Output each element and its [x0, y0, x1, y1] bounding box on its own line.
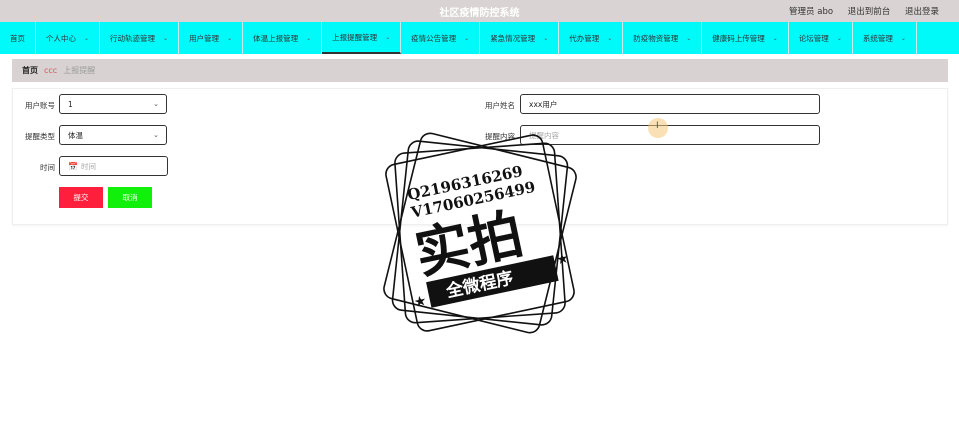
type-label: 提醒类型 [25, 132, 55, 141]
nav-item-personal[interactable]: 个人中心 ⌄ [36, 22, 101, 54]
star-icon: ★ [555, 250, 571, 268]
nav-label: 行动轨迹管理 [110, 33, 156, 43]
chevron-down-icon: ⌄ [607, 34, 613, 42]
chevron-down-icon: ⌄ [686, 34, 692, 42]
nav-item-emergency[interactable]: 紧急情况管理 ⌄ [480, 22, 560, 54]
logout-link[interactable]: 退出登录 [905, 7, 939, 17]
nav-item-system[interactable]: 系统管理 ⌄ [853, 22, 917, 54]
chevron-down-icon: ⌄ [900, 34, 906, 42]
nav-label: 首页 [10, 33, 25, 43]
to-front-link[interactable]: 退出到前台 [848, 7, 891, 17]
nav-item-supplies[interactable]: 防疫物资管理 ⌄ [623, 22, 703, 54]
nav-label: 体温上报管理 [253, 33, 299, 43]
time-picker[interactable]: 📅 时间 [59, 156, 168, 176]
time-placeholder: 时间 [80, 161, 96, 171]
nav-label: 个人中心 [46, 33, 76, 43]
chevron-down-icon: ⌄ [84, 34, 90, 42]
account-select[interactable]: 1 ⌄ [59, 94, 167, 114]
nav-label: 防疫物资管理 [633, 33, 679, 43]
nav-item-users[interactable]: 用户管理 ⌄ [179, 22, 244, 54]
calendar-icon: 📅 [68, 161, 78, 171]
nav-label: 紧急情况管理 [490, 33, 536, 43]
time-label: 时间 [40, 163, 55, 172]
name-value: xxx用户 [529, 99, 558, 109]
account-label: 用户账号 [25, 101, 55, 110]
chevron-down-icon: ⌄ [306, 34, 312, 42]
nav-label: 用户管理 [189, 33, 220, 43]
watermark-stamp: Q2196316269 V17060256499 实拍 全微程序 ★ ★ [383, 132, 577, 334]
text-cursor-icon: I [656, 121, 659, 131]
cancel-button[interactable]: 取消 [108, 187, 152, 208]
star-icon: ★ [412, 293, 428, 311]
nav-item-temperature[interactable]: 体温上报管理 ⌄ [243, 22, 323, 54]
main-nav: 首页 个人中心 ⌄ 行动轨迹管理 ⌄ 用户管理 ⌄ 体温上报管理 ⌄ 上报提醒管理 ⌄ 疫… [0, 22, 959, 54]
nav-item-home[interactable]: 首页 [0, 22, 36, 54]
account-value: 1 [68, 99, 73, 109]
chevron-down-icon: ⌄ [153, 131, 159, 139]
nav-item-todo[interactable]: 代办管理 ⌄ [559, 22, 624, 54]
breadcrumb-separator: ccc [44, 66, 58, 75]
chevron-down-icon: ⌄ [163, 34, 169, 42]
chevron-down-icon: ⌄ [385, 33, 391, 41]
nav-item-forum[interactable]: 论坛管理 ⌄ [789, 22, 853, 54]
chevron-down-icon: ⌄ [836, 34, 842, 42]
top-header: 社区疫情防控系统 管理员 abo 退出到前台 退出登录 [0, 0, 959, 22]
nav-label: 代办管理 [569, 33, 600, 43]
chevron-down-icon: ⌄ [153, 100, 159, 108]
nav-label: 上报提醒管理 [332, 32, 378, 42]
name-input[interactable]: xxx用户 [520, 94, 820, 114]
user-area: 管理员 abo 退出到前台 退出登录 [777, 5, 939, 17]
breadcrumb: 首页 ccc 上报提醒 [12, 59, 948, 82]
breadcrumb-current: 上报提醒 [63, 66, 96, 75]
nav-item-notice[interactable]: 疫情公告管理 ⌄ [401, 22, 481, 54]
nav-item-reminder[interactable]: 上报提醒管理 ⌄ [322, 22, 402, 54]
type-value: 体温 [68, 130, 83, 140]
breadcrumb-home[interactable]: 首页 [22, 65, 38, 76]
chevron-down-icon: ⌄ [772, 34, 778, 42]
submit-button[interactable]: 提交 [59, 187, 103, 208]
admin-label: 管理员 abo [789, 7, 834, 17]
nav-label: 系统管理 [862, 33, 893, 43]
type-select[interactable]: 体温 ⌄ [59, 125, 167, 145]
nav-label: 论坛管理 [798, 33, 829, 43]
nav-label: 健康码上传管理 [712, 33, 765, 43]
name-label: 用户姓名 [485, 101, 515, 110]
nav-item-healthcode[interactable]: 健康码上传管理 ⌄ [702, 22, 789, 54]
chevron-down-icon: ⌄ [543, 34, 549, 42]
chevron-down-icon: ⌄ [464, 34, 470, 42]
nav-item-track[interactable]: 行动轨迹管理 ⌄ [100, 22, 180, 54]
nav-label: 疫情公告管理 [411, 33, 457, 43]
cursor-indicator: I [648, 118, 668, 138]
chevron-down-icon: ⌄ [227, 34, 233, 42]
